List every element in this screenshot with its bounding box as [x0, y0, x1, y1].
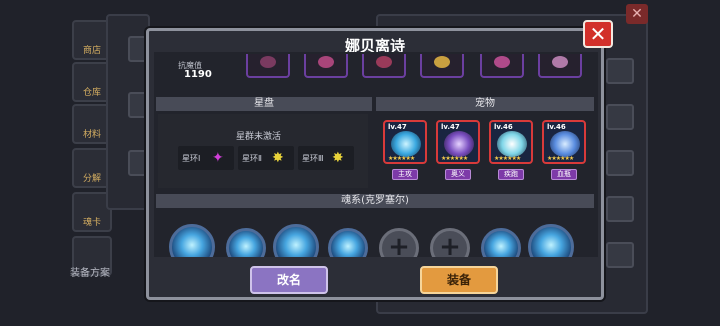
pet-level: lv.46: [547, 123, 566, 131]
pet-level: lv.47: [441, 123, 460, 131]
pet-stars: ★★★★★★: [441, 155, 468, 162]
star-disk-header: 星盘: [156, 97, 372, 111]
pet-portrait: [497, 131, 527, 157]
star-ring-3-label: 星环Ⅲ: [302, 154, 324, 163]
pet-slot-2[interactable]: lv.47 ★★★★★★: [436, 120, 480, 164]
star-ring-3-icon: ✸: [332, 150, 344, 166]
bg-slot: [606, 58, 634, 84]
soul-card-label: 魂卡: [82, 218, 101, 228]
pet-tag-4: 血瓶: [551, 169, 577, 180]
bg-slot: [606, 242, 634, 268]
warehouse-label: 仓库: [82, 88, 101, 98]
pet-stars: ★★★★★★: [494, 155, 521, 162]
gear-slot[interactable]: [304, 54, 348, 78]
pet-slot-1[interactable]: lv.47 ★★★★★★: [383, 120, 427, 164]
rename-button[interactable]: 改名: [250, 266, 328, 294]
pet-stars: ★★★★★★: [388, 155, 415, 162]
bg-slot: [606, 104, 634, 130]
dialog-footer: [154, 257, 598, 297]
pet-level: lv.46: [494, 123, 513, 131]
pet-slot-4[interactable]: lv.46 ★★★★★★: [542, 120, 586, 164]
gear-slot[interactable]: [362, 54, 406, 78]
gear-slot[interactable]: [420, 54, 464, 78]
gear-slot[interactable]: [538, 54, 582, 78]
pets-header: 宠物: [376, 97, 594, 111]
star-ring-1-icon: ✦: [212, 150, 224, 166]
bg-slot: [606, 150, 634, 176]
star-ring-3[interactable]: 星环Ⅲ ✸: [298, 146, 354, 170]
star-ring-2[interactable]: 星环Ⅱ ✸: [238, 146, 294, 170]
gear-slot[interactable]: [480, 54, 524, 78]
resist-value: 1190: [184, 69, 212, 80]
pet-stars: ★★★★★★: [547, 155, 574, 162]
pet-portrait: [550, 131, 580, 157]
pet-slot-3[interactable]: lv.46 ★★★★★★: [489, 120, 533, 164]
bg-slot: [606, 196, 634, 222]
shop-label: 商店: [82, 46, 101, 56]
star-ring-1[interactable]: 星环Ⅰ ✦: [178, 146, 234, 170]
pet-portrait: [391, 131, 421, 157]
soul-system-header: 魂系(克罗塞尔): [156, 194, 594, 208]
star-ring-1-label: 星环Ⅰ: [182, 154, 201, 163]
close-icon[interactable]: ✕: [583, 20, 613, 48]
pet-level: lv.47: [388, 123, 407, 131]
star-inactive-text: 星群未激活: [236, 132, 282, 142]
gear-slot[interactable]: [246, 54, 290, 78]
materials-label: 材料: [82, 130, 101, 140]
pet-tag-1: 主攻: [392, 169, 418, 180]
loadout-label: 装备方案: [70, 268, 110, 279]
pet-portrait: [444, 131, 474, 157]
background-close-icon[interactable]: ✕: [626, 4, 648, 24]
pet-tag-3: 疾跑: [498, 169, 524, 180]
equip-button[interactable]: 装备: [420, 266, 498, 294]
star-ring-2-icon: ✸: [272, 150, 284, 166]
dismantle-label: 分解: [82, 174, 101, 184]
pet-tag-2: 奥义: [445, 169, 471, 180]
star-ring-2-label: 星环Ⅱ: [242, 154, 262, 163]
